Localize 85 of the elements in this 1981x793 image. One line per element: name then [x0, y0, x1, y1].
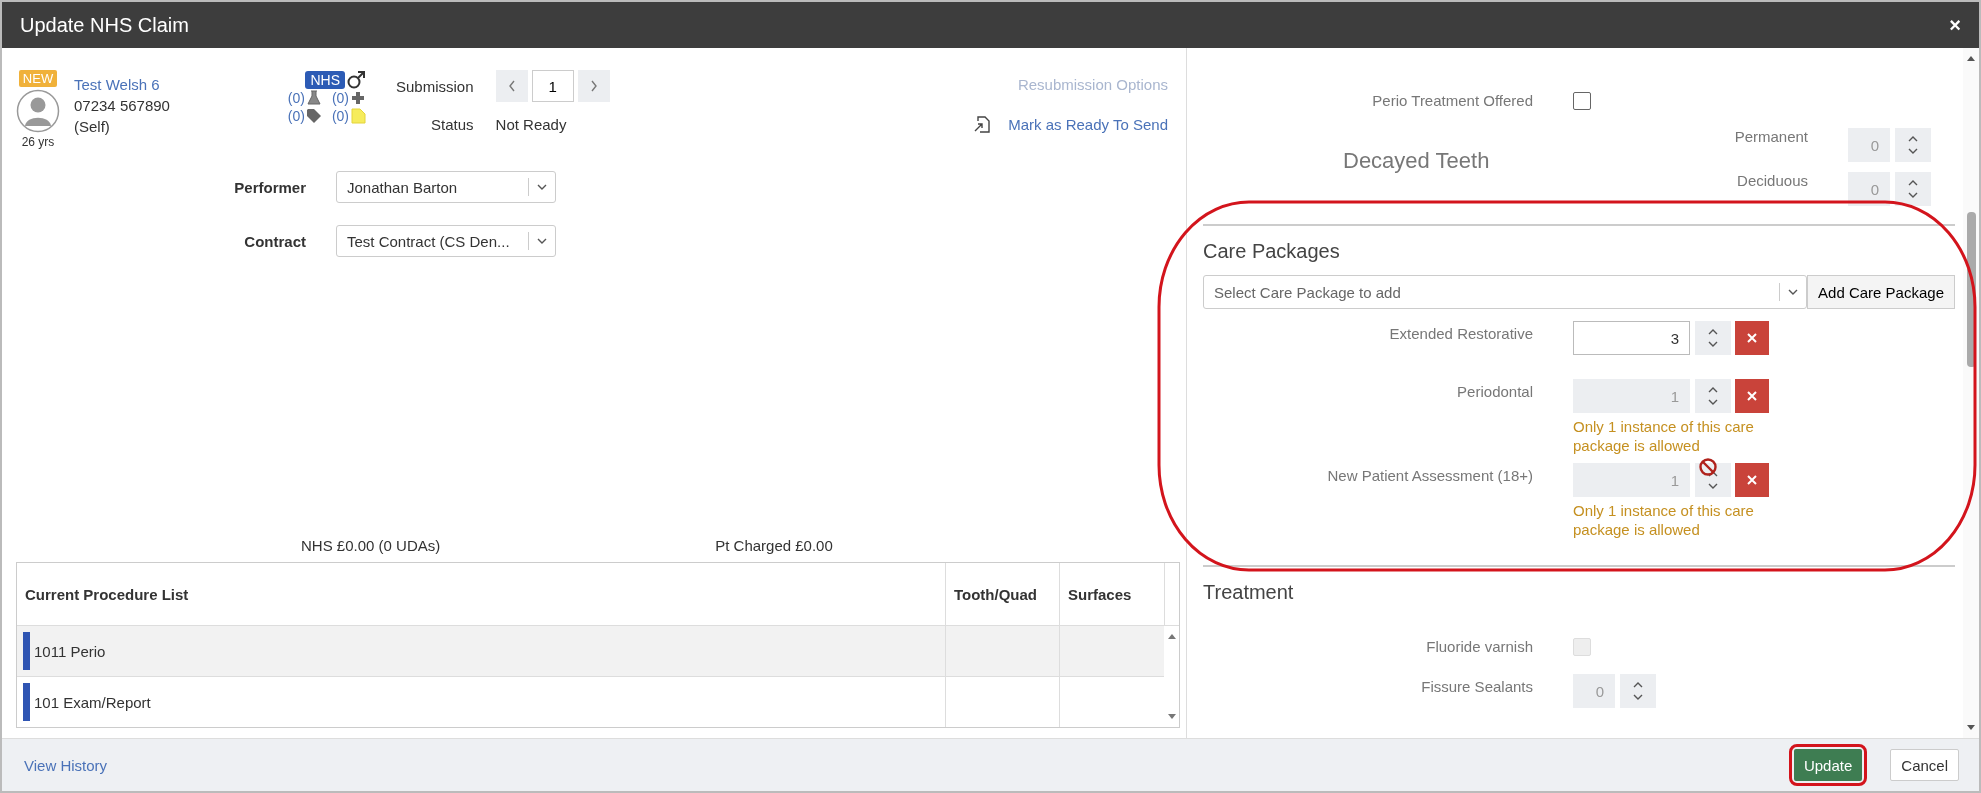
status-bar-marker	[23, 683, 30, 721]
dropdown[interactable]: Select Care Package to add	[1203, 275, 1808, 309]
package-label: New Patient Assessment (18+)	[1326, 466, 1533, 484]
remove-button[interactable]	[1735, 321, 1769, 355]
counter-link[interactable]: (0)	[287, 90, 322, 106]
stepper-button[interactable]	[1695, 463, 1731, 497]
warning-message: Only 1 instance of this care package is allowed	[1573, 501, 1755, 539]
chevron-left-icon	[506, 79, 517, 93]
close-icon	[1746, 474, 1758, 486]
document-arrow-icon	[974, 115, 991, 133]
status-bar-marker	[23, 632, 30, 670]
dropdown[interactable]: Jonathan Barton	[336, 171, 556, 203]
chevron-down-icon	[1906, 190, 1920, 200]
cancel-button[interactable]: Cancel	[1890, 749, 1959, 781]
chevron-up-icon	[1906, 134, 1920, 144]
checkbox[interactable]	[1573, 92, 1591, 110]
chevron-down-icon	[1906, 146, 1920, 156]
patient-age: 26 yrs	[21, 135, 55, 149]
patient-name-link[interactable]: Test Welsh 6	[74, 76, 170, 93]
column-header: Current Procedure List	[24, 584, 190, 605]
counter-link[interactable]: (0)	[287, 108, 322, 124]
chevron-down-icon	[1706, 481, 1720, 491]
number-field[interactable]: 3	[1573, 321, 1690, 355]
close-icon	[1746, 332, 1758, 344]
update-button[interactable]: Update	[1793, 749, 1863, 781]
chevron-down-icon	[535, 182, 549, 192]
field-label: Submission	[396, 77, 474, 95]
package-label: Periodontal	[1456, 382, 1533, 400]
total-text: NHS £0.00 (0 UDAs)	[301, 537, 441, 554]
field-label: Status	[430, 116, 474, 133]
column-header: Surfaces	[1059, 563, 1164, 625]
scroll-down-icon	[1166, 713, 1177, 721]
chevron-down-icon	[1706, 397, 1720, 407]
section-heading: Decayed Teeth	[1343, 148, 1490, 174]
procedure-name: 1011 Perio	[34, 642, 106, 660]
status-value: Not Ready	[495, 116, 568, 133]
scroll-up-icon	[1166, 632, 1177, 640]
warning-message: Only 1 instance of this care package is allowed	[1573, 417, 1755, 455]
field-label: Fluoride varnish	[1425, 637, 1533, 655]
scroll-down-icon	[1966, 724, 1976, 732]
section-heading: Treatment	[1203, 581, 1295, 604]
flask-icon	[305, 90, 322, 106]
tag-icon	[305, 108, 322, 124]
chevron-up-icon	[1706, 327, 1720, 337]
new-badge: NEW	[18, 70, 58, 87]
chevron-down-icon	[535, 236, 549, 246]
chevron-up-icon	[1706, 385, 1720, 395]
section-heading: Care Packages	[1203, 240, 1341, 263]
chevron-down-icon	[1631, 692, 1645, 702]
view-history-link[interactable]: View History	[24, 756, 108, 774]
chevron-down-icon	[1706, 339, 1720, 349]
field-label: Deciduous	[1737, 172, 1808, 189]
patient-relation: (Self)	[74, 118, 111, 135]
field-label: Contract	[243, 232, 306, 250]
scroll-thumb[interactable]	[1966, 212, 1976, 367]
plus-icon	[350, 90, 366, 106]
field-label: Permanent	[1734, 128, 1808, 145]
procedure-row[interactable]: 1011 Perio	[17, 626, 1164, 677]
chevron-up-icon	[1631, 680, 1645, 690]
link[interactable]: Mark as Ready To Send	[1008, 115, 1168, 133]
procedure-name: 101 Exam/Report	[34, 693, 151, 711]
window-title: Update NHS Claim	[20, 13, 189, 37]
stepper-button[interactable]	[1895, 172, 1931, 206]
field-label: Perio Treatment Offered	[1371, 91, 1533, 109]
total-text: Pt Charged £0.00	[715, 537, 833, 554]
package-label: Extended Restorative	[1388, 324, 1533, 342]
remove-button[interactable]	[1735, 463, 1769, 497]
counter-link[interactable]: (0)	[331, 90, 366, 106]
close-button[interactable]: ×	[1945, 13, 1965, 37]
column-header: Tooth/Quad	[945, 563, 1059, 625]
close-icon	[1746, 390, 1758, 402]
field-label: Performer	[233, 178, 306, 196]
note-icon	[350, 108, 366, 124]
male-icon	[346, 70, 366, 90]
dropdown[interactable]: Test Contract (CS Den...	[336, 225, 556, 257]
scroll-up-icon	[1966, 54, 1976, 62]
counter-link[interactable]: (0)	[331, 108, 366, 124]
chevron-up-icon	[1906, 178, 1920, 188]
avatar-icon	[16, 89, 60, 133]
add-button[interactable]: Add Care Package	[1807, 275, 1955, 309]
patient-phone: 07234 567890	[74, 97, 170, 114]
field-label: Fissure Sealants	[1420, 677, 1533, 695]
nhs-badge: NHS	[305, 71, 345, 89]
submission-field[interactable]: 1	[531, 70, 574, 102]
scrollbar[interactable]	[1963, 48, 1979, 738]
